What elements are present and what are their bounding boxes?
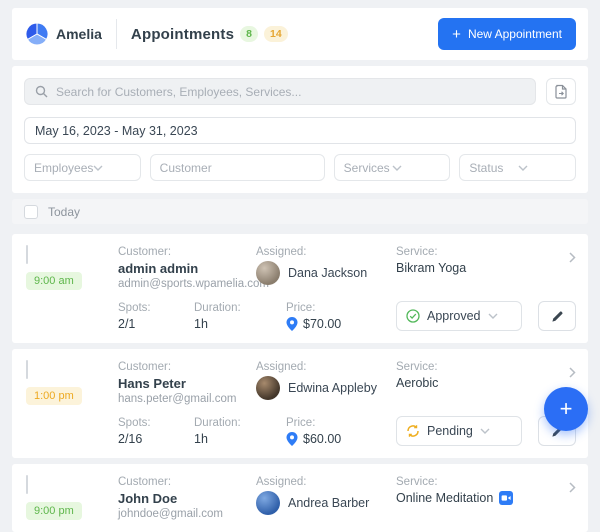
new-appointment-label: New Appointment xyxy=(468,27,562,41)
chevron-down-icon xyxy=(518,165,566,171)
assignee-name: Edwina Appleby xyxy=(288,381,377,395)
service-label: Service: xyxy=(396,361,560,373)
appointment-row: 9:00 am Customer: admin admin admin@spor… xyxy=(12,234,588,343)
pending-count-badge: 14 xyxy=(264,26,288,42)
spots-value: 2/1 xyxy=(118,317,194,331)
price-value: $60.00 xyxy=(303,432,341,446)
select-all-checkbox[interactable] xyxy=(24,205,38,219)
search-icon xyxy=(35,85,48,98)
group-label: Today xyxy=(48,205,80,219)
chevron-down-icon xyxy=(93,165,130,171)
price-value: $70.00 xyxy=(303,317,341,331)
appointment-row: 9:00 pm Customer: John Doe johndoe@gmail… xyxy=(12,464,588,532)
edit-appointment-button[interactable] xyxy=(538,301,576,331)
customer-label: Customer: xyxy=(118,246,256,258)
plus-icon: + xyxy=(452,27,461,42)
status-value: Approved xyxy=(427,309,481,323)
pending-status-icon xyxy=(406,424,420,438)
assignee-name: Dana Jackson xyxy=(288,266,367,280)
online-meeting-icon xyxy=(499,491,513,505)
duration-value: 1h xyxy=(194,317,286,331)
employees-filter[interactable]: Employees xyxy=(24,154,141,181)
status-value: Pending xyxy=(427,424,473,438)
assigned-label: Assigned: xyxy=(256,361,396,373)
assignee-name: Andrea Barber xyxy=(288,496,369,510)
price-pin-icon xyxy=(286,317,298,331)
page-title: Appointments xyxy=(131,26,234,43)
status-select[interactable]: Pending xyxy=(396,416,522,446)
export-icon xyxy=(554,84,568,99)
approved-status-icon xyxy=(406,309,420,323)
time-badge: 9:00 pm xyxy=(26,502,82,520)
add-appointment-fab[interactable]: + xyxy=(544,387,588,431)
customer-label: Customer: xyxy=(118,476,256,488)
status-filter-label: Status xyxy=(469,161,517,175)
customer-filter[interactable] xyxy=(150,154,325,181)
chevron-down-icon xyxy=(392,165,440,171)
services-filter[interactable]: Services xyxy=(334,154,451,181)
services-filter-label: Services xyxy=(344,161,392,175)
spots-label: Spots: xyxy=(118,302,194,314)
brand: Amelia xyxy=(26,23,102,45)
spots-value: 2/16 xyxy=(118,432,194,446)
brand-name: Amelia xyxy=(56,26,102,42)
service-name: Aerobic xyxy=(396,376,560,390)
customer-email: admin@sports.wpamelia.com xyxy=(118,278,256,290)
customer-email: johndoe@gmail.com xyxy=(118,508,256,520)
pencil-icon xyxy=(551,310,564,323)
status-filter[interactable]: Status xyxy=(459,154,576,181)
service-label: Service: xyxy=(396,476,560,488)
employees-filter-label: Employees xyxy=(34,161,93,175)
duration-label: Duration: xyxy=(194,302,286,314)
approved-count-badge: 8 xyxy=(240,26,258,42)
search-input[interactable] xyxy=(56,85,525,99)
export-button[interactable] xyxy=(546,78,576,105)
customer-name: John Doe xyxy=(118,491,256,506)
row-checkbox[interactable] xyxy=(26,475,28,494)
row-expand-chevron[interactable] xyxy=(560,246,576,263)
row-expand-chevron[interactable] xyxy=(560,476,576,493)
divider xyxy=(116,19,117,49)
spots-label: Spots: xyxy=(118,417,194,429)
price-label: Price: xyxy=(286,417,396,429)
search-box[interactable] xyxy=(24,78,536,105)
filters-card: Employees Services Status xyxy=(12,66,588,193)
avatar xyxy=(256,491,280,515)
duration-label: Duration: xyxy=(194,417,286,429)
today-group-header: Today xyxy=(12,199,588,224)
new-appointment-button[interactable]: + New Appointment xyxy=(438,18,576,50)
price-label: Price: xyxy=(286,302,396,314)
avatar xyxy=(256,376,280,400)
customer-email: hans.peter@gmail.com xyxy=(118,393,256,405)
customer-label: Customer: xyxy=(118,361,256,373)
plus-icon: + xyxy=(560,398,573,420)
date-range-input[interactable] xyxy=(24,117,576,144)
service-name: Bikram Yoga xyxy=(396,261,560,275)
assigned-label: Assigned: xyxy=(256,476,396,488)
top-bar: Amelia Appointments 8 14 + New Appointme… xyxy=(12,8,588,60)
status-select[interactable]: Approved xyxy=(396,301,522,331)
avatar xyxy=(256,261,280,285)
chevron-down-icon xyxy=(488,313,512,319)
price-pin-icon xyxy=(286,432,298,446)
time-badge: 1:00 pm xyxy=(26,387,82,405)
customer-name: Hans Peter xyxy=(118,376,256,391)
time-badge: 9:00 am xyxy=(26,272,82,290)
chevron-down-icon xyxy=(480,428,512,434)
app-container: Amelia Appointments 8 14 + New Appointme… xyxy=(12,8,588,532)
service-label: Service: xyxy=(396,246,560,258)
row-expand-chevron[interactable] xyxy=(560,361,576,378)
appointment-row: 1:00 pm Customer: Hans Peter hans.peter@… xyxy=(12,349,588,458)
assigned-label: Assigned: xyxy=(256,246,396,258)
row-checkbox[interactable] xyxy=(26,360,28,379)
row-checkbox[interactable] xyxy=(26,245,28,264)
duration-value: 1h xyxy=(194,432,286,446)
service-name: Online Meditation xyxy=(396,491,493,505)
amelia-logo-icon xyxy=(26,23,48,45)
customer-name: admin admin xyxy=(118,261,256,276)
